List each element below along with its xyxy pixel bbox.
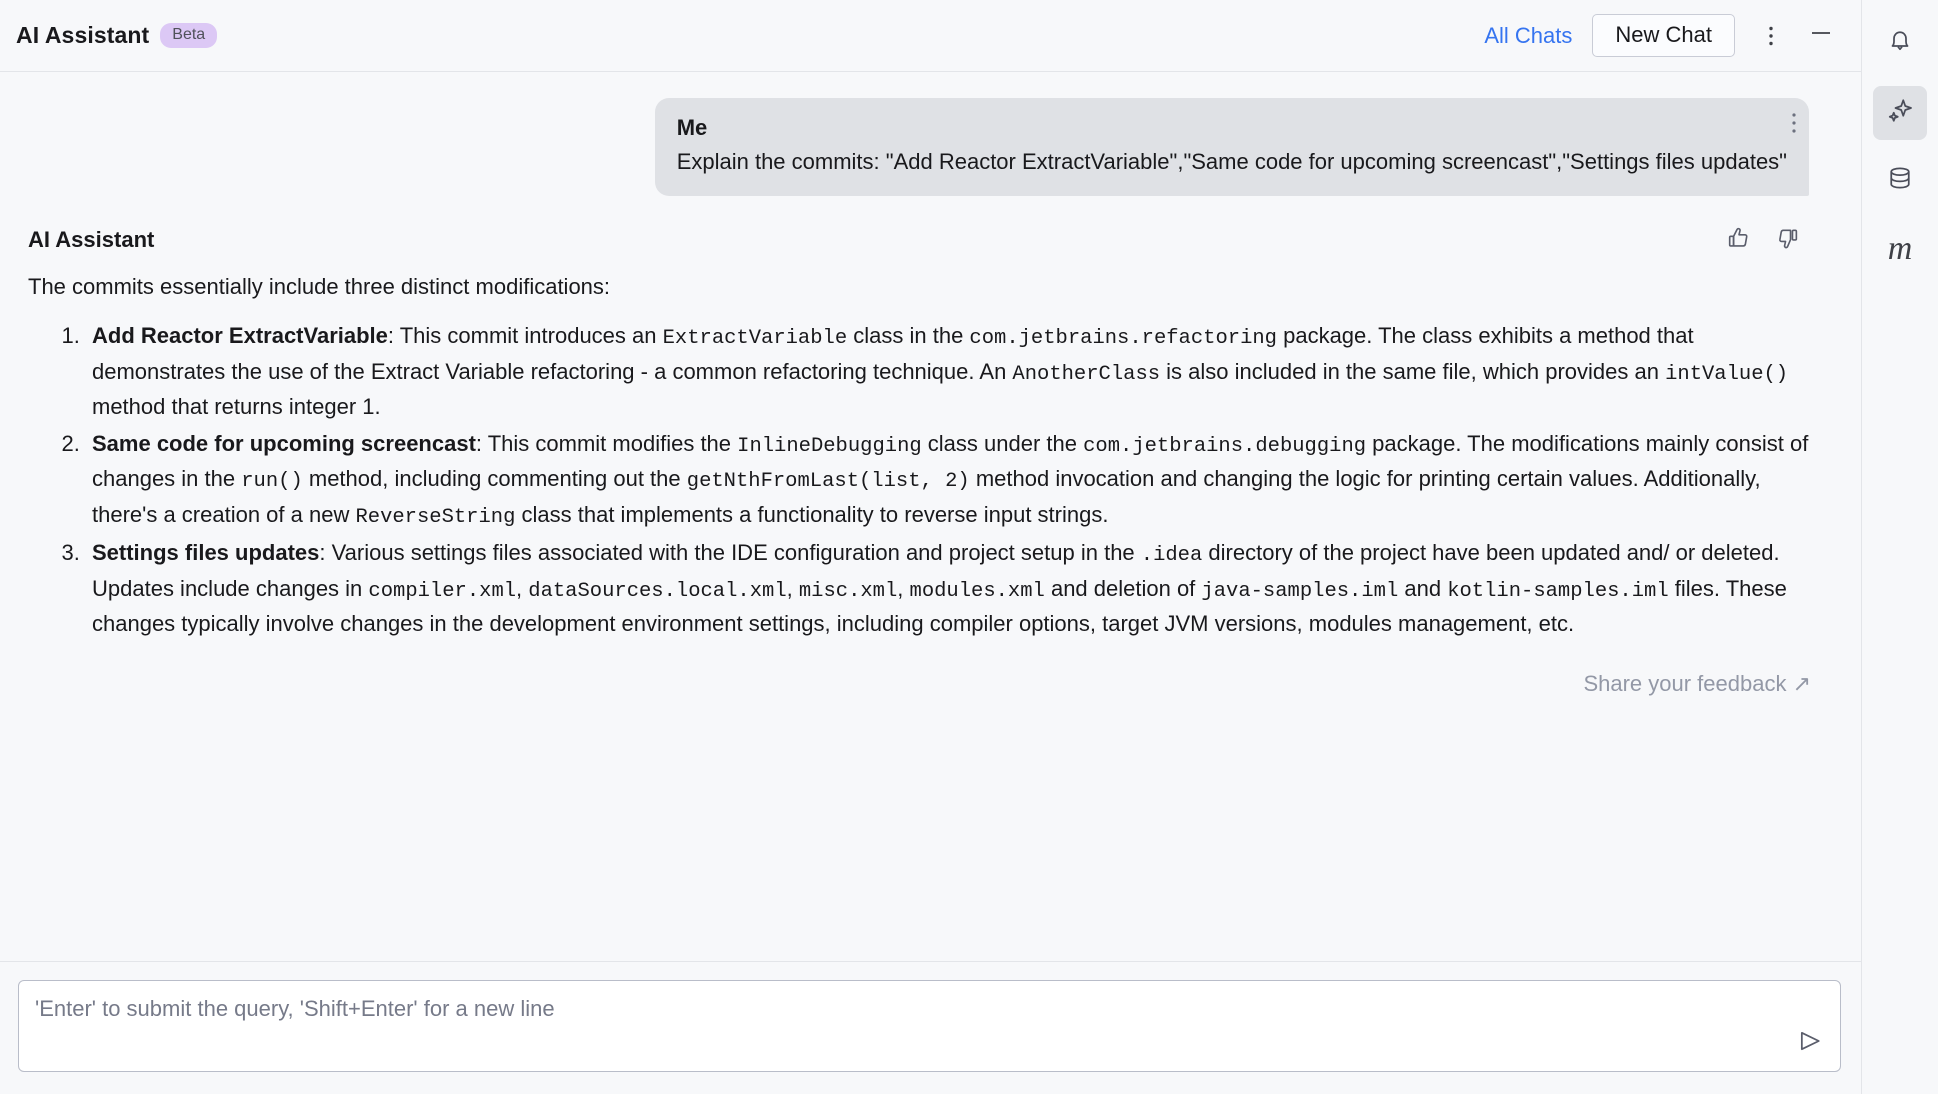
inline-code: AnotherClass [1012, 362, 1161, 386]
thumbs-down-button[interactable] [1769, 220, 1809, 260]
all-chats-link[interactable]: All Chats [1484, 23, 1572, 49]
inline-code: intValue() [1665, 362, 1789, 386]
thumbs-up-button[interactable] [1719, 220, 1759, 260]
user-message-text: Explain the commits: "Add Reactor Extrac… [676, 149, 1787, 174]
list-item: Add Reactor ExtractVariable: This commit… [86, 319, 1809, 425]
vertical-dots-icon [1768, 24, 1774, 48]
inline-code: .idea [1140, 543, 1203, 567]
thumbs-up-icon [1726, 225, 1752, 256]
assistant-intro-text: The commits essentially include three di… [28, 274, 611, 300]
list-item-body: : Various settings files associated with… [92, 539, 1787, 637]
sidebar-item-database[interactable] [1873, 154, 1927, 208]
send-icon [1796, 1027, 1824, 1060]
inline-code: modules.xml [909, 579, 1045, 603]
ai-assistant-window: AI Assistant Beta All Chats New Chat Me … [0, 0, 1938, 1094]
inline-code: misc.xml [798, 579, 898, 603]
thumbs-down-icon [1776, 225, 1802, 256]
inline-code: InlineDebugging [737, 434, 922, 458]
notifications-bell-icon [1885, 26, 1915, 61]
inline-code: run() [241, 470, 303, 494]
inline-code: com.jetbrains.debugging [1083, 434, 1367, 458]
notifications-bell-button[interactable] [1873, 16, 1927, 70]
assistant-answer-list: Add Reactor ExtractVariable: This commit… [28, 319, 1809, 642]
header-more-options-button[interactable] [1749, 14, 1793, 58]
share-feedback-row: Share your feedback ↗ [0, 643, 1861, 697]
inline-code: compiler.xml [368, 579, 517, 603]
meetings-m-icon: m [1887, 230, 1913, 267]
new-chat-button[interactable]: New Chat [1592, 14, 1735, 57]
list-item: Same code for upcoming screencast: This … [86, 427, 1809, 534]
send-button[interactable] [1792, 1025, 1828, 1061]
chat-column: AI Assistant Beta All Chats New Chat Me … [0, 0, 1862, 1094]
user-message-row: Me Explain the commits: "Add Reactor Ext… [0, 72, 1861, 197]
minimize-button[interactable] [1799, 14, 1843, 58]
assistant-message: AI Assistant The commits essentially inc… [0, 196, 1861, 641]
chat-input-placeholder: 'Enter' to submit the query, 'Shift+Ente… [35, 996, 555, 1021]
user-message-more-options-button[interactable] [1791, 112, 1797, 139]
user-message-bubble: Me Explain the commits: "Add Reactor Ext… [654, 98, 1809, 197]
tool-rail: m [1862, 0, 1938, 1094]
toolbar-header: AI Assistant Beta All Chats New Chat [0, 0, 1861, 72]
list-item-title: Same code for upcoming screencast [92, 430, 476, 456]
database-icon [1885, 164, 1915, 199]
inline-code: ExtractVariable [662, 326, 848, 350]
assistant-message-header: AI Assistant [28, 220, 1809, 260]
inline-code: dataSources.local.xml [528, 579, 787, 603]
list-item-title: Add Reactor ExtractVariable [92, 322, 388, 348]
inline-code: kotlin-samples.iml [1447, 579, 1669, 603]
assistant-message-author: AI Assistant [28, 227, 155, 253]
chat-input[interactable]: 'Enter' to submit the query, 'Shift+Ente… [18, 980, 1841, 1072]
inline-code: getNthFromLast(list, 2) [686, 470, 970, 494]
inline-code: com.jetbrains.refactoring [969, 326, 1277, 350]
minimize-icon [1808, 20, 1834, 51]
sidebar-item-m[interactable]: m [1873, 222, 1927, 276]
tool-rail-top [1862, 0, 1938, 72]
share-feedback-link[interactable]: Share your feedback ↗ [1583, 671, 1811, 697]
ai-sparkle-icon [1885, 96, 1915, 131]
page-title: AI Assistant [16, 22, 150, 48]
status-badge: Beta [160, 23, 218, 48]
composer-container: 'Enter' to submit the query, 'Shift+Ente… [0, 961, 1861, 1094]
sidebar-item-ai-assistant[interactable] [1873, 86, 1927, 140]
list-item: Settings files updates: Various settings… [86, 536, 1809, 642]
conversation-area: Me Explain the commits: "Add Reactor Ext… [0, 72, 1861, 961]
vertical-dots-icon [1791, 113, 1797, 138]
inline-code: ReverseString [355, 506, 516, 530]
inline-code: java-samples.iml [1201, 579, 1399, 603]
user-message-author: Me [676, 115, 708, 140]
list-item-title: Settings files updates [92, 539, 320, 565]
